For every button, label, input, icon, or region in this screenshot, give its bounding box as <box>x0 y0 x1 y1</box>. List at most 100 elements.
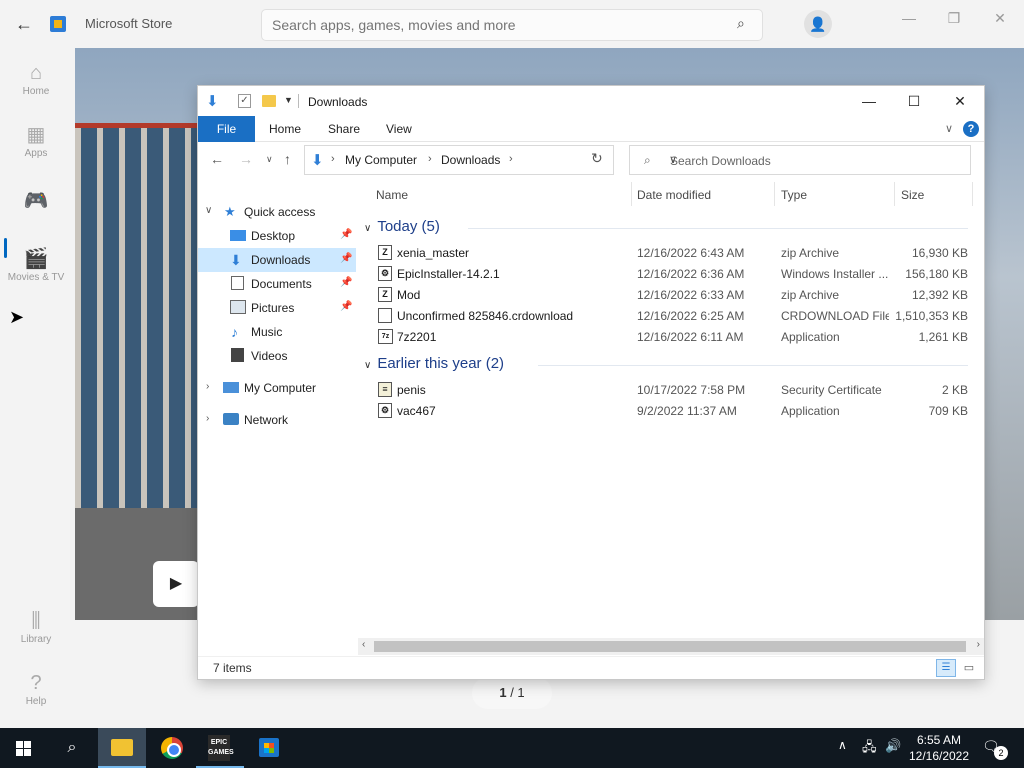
tree-documents[interactable]: Documents 📌 <box>198 272 356 296</box>
refresh-icon[interactable]: ↻ <box>591 150 603 167</box>
pin-icon[interactable]: 📌 <box>340 229 352 240</box>
taskbar-search-icon[interactable]: ⌕ <box>48 728 96 768</box>
maximize-icon[interactable]: ☐ <box>891 86 937 116</box>
column-divider[interactable] <box>631 182 632 206</box>
column-type[interactable]: Type <box>781 188 807 202</box>
documents-icon <box>231 276 244 290</box>
back-arrow-icon[interactable]: ← <box>210 151 224 167</box>
file-size: 16,930 KB <box>911 246 968 260</box>
file-name: 7z2201 <box>397 330 437 344</box>
column-divider[interactable] <box>774 182 775 206</box>
file-row[interactable]: 7z 7z2201 12/16/2022 6:11 AM Application… <box>358 326 984 347</box>
new-folder-icon[interactable] <box>262 95 276 107</box>
scroll-right-icon[interactable]: › <box>977 639 980 650</box>
chevron-right-icon[interactable]: › <box>206 413 209 424</box>
scrollbar-thumb[interactable] <box>374 641 966 652</box>
column-size[interactable]: Size <box>901 188 924 202</box>
column-date-modified[interactable]: Date modified <box>637 188 711 202</box>
tree-music[interactable]: ♪ Music <box>198 320 356 344</box>
file-row[interactable]: ≡ penis 10/17/2022 7:58 PM Security Cert… <box>358 379 984 400</box>
pin-icon[interactable]: 📌 <box>340 301 352 312</box>
file-row[interactable]: Z Mod 12/16/2022 6:33 AM zip Archive 12,… <box>358 284 984 305</box>
clock-time: 6:55 AM <box>916 733 962 747</box>
taskbar-file-explorer[interactable] <box>98 728 146 768</box>
pin-icon[interactable]: 📌 <box>340 253 352 264</box>
search-field[interactable]: ⌕ Search Downloads <box>629 145 971 175</box>
tree-videos[interactable]: Videos <box>198 344 356 368</box>
taskbar: ⌕ EPIC GAMES ∧ 🖧 🔊 6:55 AM 12/16/2022 🗨 … <box>0 728 1024 768</box>
up-arrow-icon[interactable]: ↑ <box>284 151 291 167</box>
tree-label: Documents <box>251 277 312 291</box>
windows-logo-icon <box>16 749 23 756</box>
expand-ribbon-icon[interactable]: ∨ <box>945 122 953 135</box>
column-name[interactable]: Name <box>376 188 408 202</box>
nav-help[interactable]: ? Help <box>0 670 72 707</box>
file-row[interactable]: ⚙ vac467 9/2/2022 11:37 AM Application 7… <box>358 400 984 421</box>
large-icons-view-icon[interactable]: ▭ <box>960 659 978 677</box>
clock[interactable]: 6:55 AM 12/16/2022 <box>904 732 974 764</box>
search-icon[interactable]: ⌕ <box>737 15 745 32</box>
column-divider[interactable] <box>894 182 895 206</box>
nav-library[interactable]: ⫼ Library <box>0 608 72 645</box>
quick-access-dropdown-icon[interactable]: ▼ <box>284 95 293 105</box>
download-arrow-icon[interactable]: ⬇ <box>206 92 219 110</box>
column-divider[interactable] <box>972 182 973 206</box>
scroll-left-icon[interactable]: ‹ <box>362 639 365 650</box>
tree-label: Network <box>244 413 289 427</box>
file-row[interactable]: ⚙ EpicInstaller-14.2.1 12/16/2022 6:36 A… <box>358 263 984 284</box>
nav-apps[interactable]: ▦ Apps <box>0 122 72 159</box>
volume-icon[interactable]: 🔊 <box>885 738 901 754</box>
taskbar-epic-games[interactable]: EPIC GAMES <box>196 728 244 768</box>
file-row[interactable]: Z xenia_master 12/16/2022 6:43 AM zip Ar… <box>358 242 984 263</box>
tab-share[interactable]: Share <box>314 116 374 142</box>
file-name: Mod <box>397 288 421 302</box>
tree-label: My Computer <box>244 381 317 395</box>
tab-view[interactable]: View <box>372 116 426 142</box>
chevron-right-icon[interactable]: › <box>206 381 209 392</box>
taskbar-chrome[interactable] <box>148 728 196 768</box>
chevron-right-icon[interactable]: › <box>509 153 513 165</box>
restore-icon[interactable]: ❐ <box>944 8 964 28</box>
tree-quick-access[interactable]: ∨ ★ Quick access <box>198 200 356 224</box>
search-icon: ⌕ <box>644 153 651 167</box>
tree-desktop[interactable]: Desktop 📌 <box>198 224 356 248</box>
tree-downloads[interactable]: ⬇ Downloads 📌 <box>198 248 356 272</box>
help-icon[interactable]: ? <box>963 121 979 137</box>
properties-icon[interactable]: ✓ <box>238 94 251 108</box>
account-avatar-icon[interactable]: 👤 <box>804 10 832 38</box>
play-button[interactable]: ▶ <box>153 561 199 607</box>
tab-file[interactable]: File <box>198 116 255 142</box>
store-search-input[interactable] <box>261 9 763 41</box>
file-row[interactable]: Unconfirmed 825846.crdownload 12/16/2022… <box>358 305 984 326</box>
close-icon[interactable]: ✕ <box>937 86 983 116</box>
taskbar-microsoft-store[interactable] <box>245 728 293 768</box>
network-icon[interactable]: 🖧 <box>862 738 877 760</box>
minimize-icon[interactable]: — <box>846 86 892 116</box>
chevron-right-icon[interactable]: › <box>428 153 432 165</box>
tree-pictures[interactable]: Pictures 📌 <box>198 296 356 320</box>
close-icon[interactable]: ✕ <box>990 8 1010 28</box>
tree-my-computer[interactable]: › My Computer <box>198 376 356 400</box>
chevron-down-icon[interactable]: ∨ <box>205 205 212 216</box>
breadcrumb-my-computer[interactable]: My Computer <box>345 153 417 167</box>
group-header-today[interactable]: ∨ Today (5) <box>364 218 440 235</box>
tree-network[interactable]: › Network <box>198 408 356 432</box>
start-button[interactable] <box>0 728 48 768</box>
nav-movies-tv[interactable]: 🎬 Movies & TV <box>0 246 72 283</box>
horizontal-scrollbar[interactable]: ‹ › <box>358 638 984 655</box>
nav-gaming[interactable]: 🎮 <box>0 188 72 214</box>
minimize-icon[interactable]: — <box>899 8 919 28</box>
chevron-right-icon[interactable]: › <box>331 153 335 165</box>
nav-home[interactable]: ⌂ Home <box>0 60 72 97</box>
breadcrumb-downloads[interactable]: Downloads <box>441 153 500 167</box>
tab-home[interactable]: Home <box>255 116 315 142</box>
show-hidden-icons-icon[interactable]: ∧ <box>838 738 847 752</box>
pin-icon[interactable]: 📌 <box>340 277 352 288</box>
details-view-icon[interactable]: ☰ <box>936 659 956 677</box>
forward-arrow-icon[interactable]: → <box>239 151 253 167</box>
address-bar[interactable]: ⬇ › My Computer › Downloads › ∨ <box>304 145 677 175</box>
recent-locations-icon[interactable]: ∨ <box>266 154 273 165</box>
group-header-earlier-this-year[interactable]: ∨ Earlier this year (2) <box>364 355 504 372</box>
epic-games-icon: EPIC GAMES <box>208 735 234 761</box>
back-arrow-icon[interactable]: ← <box>12 12 36 36</box>
